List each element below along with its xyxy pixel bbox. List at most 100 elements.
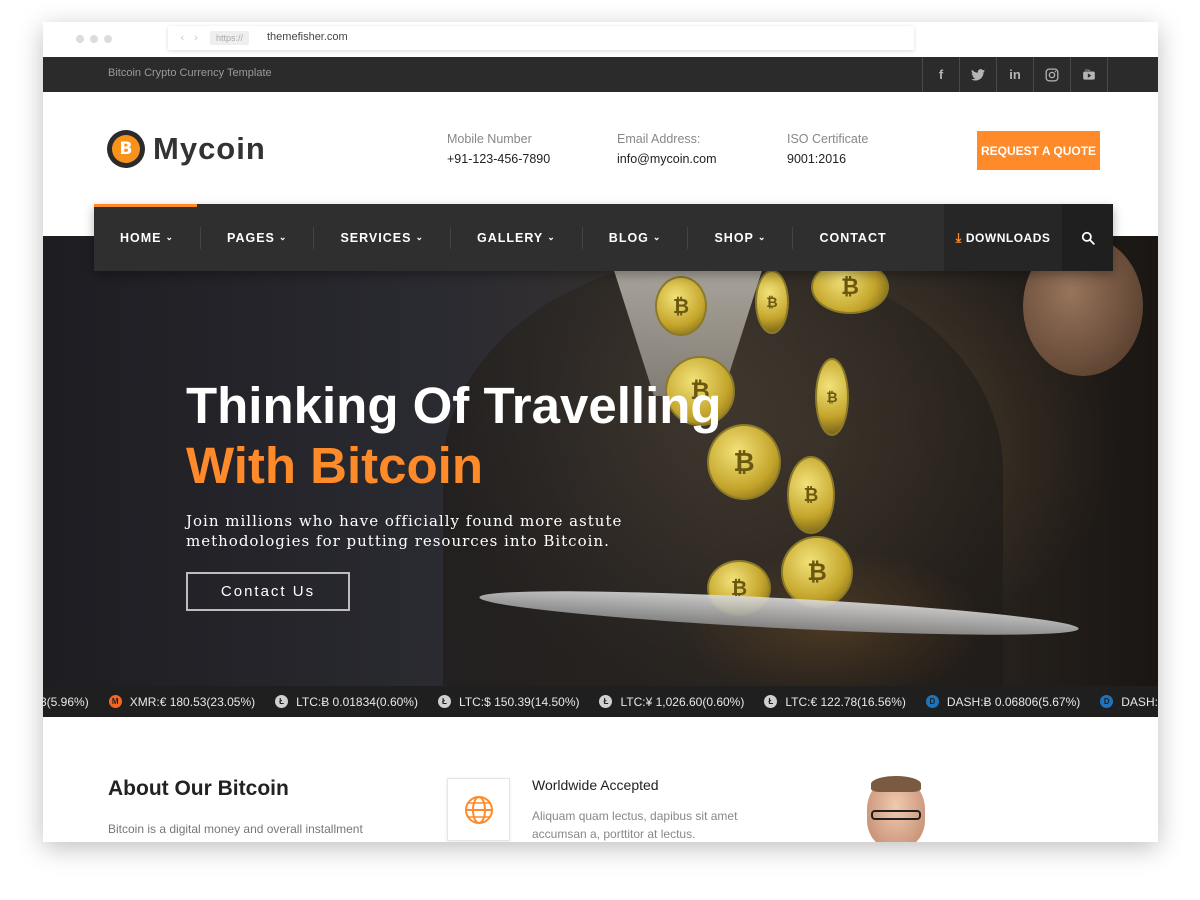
about-text: Bitcoin is a digital money and overall i… <box>108 822 363 836</box>
feature-title: Worldwide Accepted <box>532 777 659 793</box>
ticker-item: D DASH:Ƀ 0.06806(5.67%) <box>925 694 1081 709</box>
ticker-item: .03(5.96%) <box>43 695 89 709</box>
ticker-text: .03(5.96%) <box>43 694 89 709</box>
ticker-item: Ł LTC:€ 122.78(16.56%) <box>764 695 906 709</box>
nav-item-gallery[interactable]: GALLERY ⌄ <box>451 226 583 249</box>
info-label: Mobile Number <box>447 132 532 146</box>
bitcoin-coin-icon: ₿ <box>655 276 707 336</box>
nav-item-pages[interactable]: PAGES ⌄ <box>201 226 315 249</box>
linkedin-icon[interactable]: in <box>996 57 1033 92</box>
search-button[interactable] <box>1062 204 1113 271</box>
info-label: ISO Certificate <box>787 132 869 146</box>
bitcoin-coin-icon: ₿ <box>755 270 789 334</box>
coin-icon: M <box>108 695 122 708</box>
feature-description: Aliquam quam lectus, dapibus sit amet ac… <box>532 809 738 841</box>
nav-item-services[interactable]: SERVICES ⌄ <box>314 226 451 249</box>
info-value[interactable]: info@mycoin.com <box>617 152 717 166</box>
info-label: Email Address: <box>617 132 701 146</box>
chevron-down-icon: ⌄ <box>165 232 175 242</box>
svg-text:You: You <box>1085 68 1090 72</box>
feature-icon-box <box>447 778 510 841</box>
brand-name: Mycoin <box>153 131 266 166</box>
about-title: About Our Bitcoin <box>108 777 289 800</box>
hero-section: ₿ ₿ ₿ ₿ ₿ ₿ ₿ ₿ ₿ Thinking Of Travelling… <box>43 236 1158 686</box>
coin-icon: D <box>925 695 939 708</box>
ticker-item: M XMR:€ 180.53(23.05%) <box>108 694 256 709</box>
site-logo[interactable]: B Mycoin <box>107 130 266 168</box>
nav-item-contact[interactable]: CONTACT <box>793 227 912 249</box>
ticker-text: DASH:$ 553.29 <box>1121 694 1158 709</box>
ticker-text: LTC:¥ 1,026.60(0.60%) <box>620 694 745 709</box>
email-info: Email Address: info@mycoin.com <box>617 132 717 166</box>
nav-label: SERVICES <box>340 230 412 245</box>
browser-bar: ‹ › https:// themefisher.com <box>43 22 1158 57</box>
ticker-item: D DASH:$ 553.29 <box>1100 695 1158 709</box>
coin-icon: Ł <box>599 695 613 708</box>
ticker-item: Ł LTC:$ 150.39(14.50%) <box>437 695 579 709</box>
window-dot[interactable] <box>90 35 98 43</box>
ticker-text: LTC:€ 122.78(16.56%) <box>785 694 906 709</box>
twitter-icon[interactable] <box>959 57 996 92</box>
person-hair <box>871 776 921 792</box>
coin-icon: D <box>1100 695 1114 708</box>
chevron-down-icon: ⌄ <box>757 232 767 242</box>
download-icon: ⤓ <box>955 229 962 245</box>
chevron-down-icon: ⌄ <box>652 232 662 242</box>
nav-item-shop[interactable]: SHOP ⌄ <box>688 226 794 249</box>
ticker-text: XMR:€ 180.53(23.05%) <box>129 694 256 709</box>
ticker-item: Ł LTC:Ƀ 0.01834(0.60%) <box>275 695 418 709</box>
window-controls <box>76 35 112 43</box>
site-tagline: Bitcoin Crypto Currency Template <box>108 67 272 79</box>
downloads-button[interactable]: ⤓ DOWNLOADS <box>944 204 1062 271</box>
hero-heading: Thinking Of Travelling With Bitcoin <box>186 376 722 496</box>
youtube-icon[interactable]: You <box>1070 57 1108 92</box>
main-nav: HOME ⌄ PAGES ⌄ SERVICES ⌄ GALLERY ⌄ BLOG ⌄ SH… <box>94 204 1113 271</box>
top-bar: Bitcoin Crypto Currency Template f in Yo… <box>43 57 1158 92</box>
coin-icon: Ł <box>764 695 778 708</box>
coin-icon: Ł <box>437 695 451 708</box>
iso-info: ISO Certificate 9001:2016 <box>787 132 868 166</box>
nav-label: SHOP <box>714 230 754 245</box>
url-protocol: https:// <box>210 31 250 45</box>
instagram-icon[interactable] <box>1033 57 1070 92</box>
hero-title-line2: With Bitcoin <box>186 437 483 494</box>
address-bar[interactable]: ‹ › https:// themefisher.com <box>168 26 914 50</box>
social-links: f in You <box>922 57 1108 92</box>
info-value: 9001:2016 <box>787 152 847 166</box>
bitcoin-logo-icon: B <box>107 130 145 168</box>
nav-menu: HOME ⌄ PAGES ⌄ SERVICES ⌄ GALLERY ⌄ BLOG ⌄ SH… <box>94 204 913 271</box>
nav-item-blog[interactable]: BLOG ⌄ <box>583 226 689 249</box>
person-photo <box>861 774 931 842</box>
info-value: +91-123-456-7890 <box>447 152 551 166</box>
chevron-down-icon: ⌄ <box>547 232 556 242</box>
nav-label: GALLERY <box>476 230 544 245</box>
mobile-info: Mobile Number +91-123-456-7890 <box>447 132 550 166</box>
url-text[interactable]: themefisher.com <box>267 31 348 43</box>
ticker-track: .03(5.96%) M XMR:€ 180.53(23.05%) Ł LTC:Ƀ 0.… <box>43 686 1158 717</box>
window-dot[interactable] <box>76 35 84 43</box>
ticker-text: DASH:Ƀ 0.06806(5.67%) <box>946 694 1081 709</box>
ticker-text: LTC:Ƀ 0.01834(0.60%) <box>296 694 418 709</box>
contact-us-button[interactable]: Contact Us <box>186 572 350 611</box>
hero-title-line1: Thinking Of Travelling <box>186 377 722 434</box>
nav-label: BLOG <box>608 230 649 245</box>
bitcoin-coin-icon: ₿ <box>787 456 835 534</box>
request-quote-button[interactable]: REQUEST A QUOTE <box>977 131 1100 170</box>
nav-arrows-icon[interactable]: ‹ › <box>180 31 201 44</box>
crypto-ticker: .03(5.96%) M XMR:€ 180.53(23.05%) Ł LTC:Ƀ 0.… <box>43 686 1158 717</box>
chevron-down-icon: ⌄ <box>415 232 424 242</box>
coin-icon: Ł <box>275 695 289 708</box>
downloads-label: DOWNLOADS <box>965 230 1051 245</box>
facebook-icon[interactable]: f <box>922 57 959 92</box>
globe-icon <box>464 795 493 824</box>
hero-subtitle: Join millions who have officially found … <box>186 512 623 550</box>
nav-item-home[interactable]: HOME ⌄ <box>94 226 202 249</box>
bitcoin-coin-icon: ₿ <box>815 358 849 436</box>
ticker-item: Ł LTC:¥ 1,026.60(0.60%) <box>599 695 744 709</box>
chevron-down-icon: ⌄ <box>278 232 288 242</box>
page-frame: ‹ › https:// themefisher.com Bitcoin Cry… <box>43 22 1158 842</box>
nav-label: CONTACT <box>819 230 887 245</box>
bitcoin-symbol: B <box>112 135 140 163</box>
window-dot[interactable] <box>104 35 112 43</box>
search-icon <box>1081 231 1095 245</box>
